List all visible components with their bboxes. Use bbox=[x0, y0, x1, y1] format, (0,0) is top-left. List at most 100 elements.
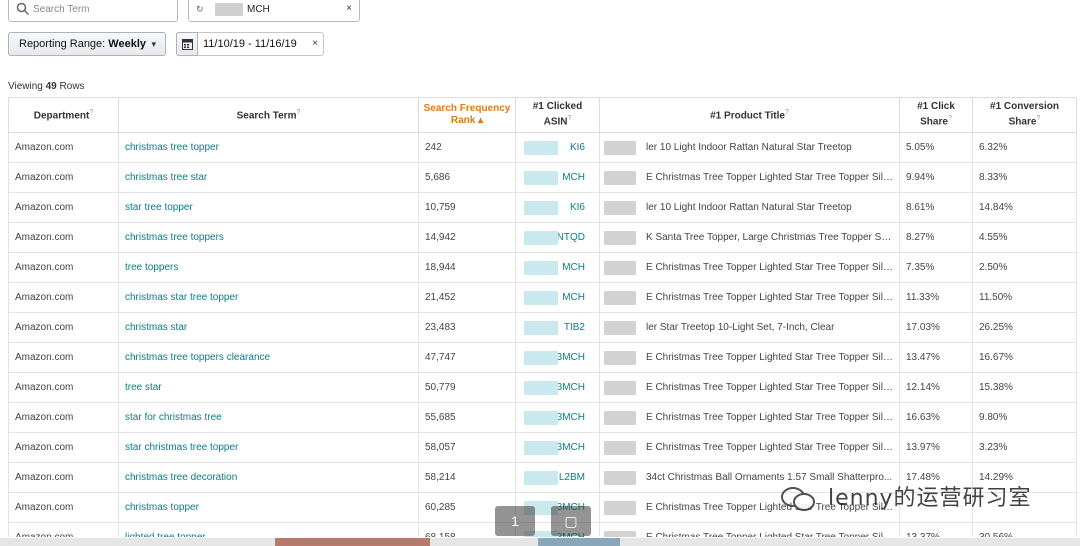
cell-rank: 18,944 bbox=[418, 252, 516, 283]
redacted-block bbox=[604, 351, 636, 365]
viewer-page-button[interactable]: 1 bbox=[495, 506, 535, 536]
cell-asin-link[interactable]: MCH bbox=[515, 252, 600, 283]
cell-asin-link[interactable]: 3MCH bbox=[515, 402, 600, 433]
cell-asin-link[interactable]: MCH bbox=[515, 162, 600, 193]
cell-search-term-link[interactable]: christmas topper bbox=[118, 492, 419, 523]
cell-rank: 5,686 bbox=[418, 162, 516, 193]
thumbnail[interactable] bbox=[538, 538, 620, 546]
header-search-term[interactable]: Search Term? bbox=[118, 97, 419, 133]
redacted-block bbox=[604, 321, 636, 335]
redacted-block bbox=[604, 201, 636, 215]
asin-filter-input[interactable]: ↻ MCH × bbox=[188, 0, 360, 22]
table-row[interactable]: Amazon.com christmas tree toppers clearan… bbox=[8, 342, 1077, 373]
redacted-block bbox=[524, 411, 558, 425]
redacted-block bbox=[524, 441, 558, 455]
cell-asin-link[interactable]: NTQD bbox=[515, 222, 600, 253]
table-row[interactable]: Amazon.com tree star 50,779 3MCH E Christmas… bbox=[8, 372, 1077, 403]
date-range-value: 11/10/19 - 11/16/19 bbox=[203, 38, 297, 50]
date-range-field[interactable]: 11/10/19 - 11/16/19 × bbox=[176, 32, 324, 56]
cell-rank: 58,214 bbox=[418, 462, 516, 493]
cell-asin-link[interactable]: 3MCH bbox=[515, 432, 600, 463]
redacted-block bbox=[524, 171, 558, 185]
clear-asin-button[interactable]: × bbox=[346, 3, 352, 14]
cell-search-term-link[interactable]: christmas tree toppers clearance bbox=[118, 342, 419, 373]
search-icon bbox=[16, 2, 30, 16]
header-product-title[interactable]: #1 Product Title? bbox=[599, 97, 900, 133]
cell-click-share: 16.63% bbox=[899, 402, 973, 433]
table-row[interactable]: Amazon.com christmas star 23,483 TIB2 ler St… bbox=[8, 312, 1077, 343]
table-row[interactable]: Amazon.com christmas tree star 5,686 MCH E C… bbox=[8, 162, 1077, 193]
cell-product-title: E Christmas Tree Topper Lighted Star Tre… bbox=[599, 402, 900, 433]
redacted-block bbox=[604, 261, 636, 275]
cell-department: Amazon.com bbox=[8, 492, 119, 523]
reporting-range-dropdown[interactable]: Reporting Range: Weekly ▾ bbox=[8, 32, 166, 56]
clear-date-button[interactable]: × bbox=[312, 38, 318, 49]
table-row[interactable]: Amazon.com christmas star tree topper 21,4… bbox=[8, 282, 1077, 313]
redacted-block bbox=[604, 471, 636, 485]
cell-asin-link[interactable]: 3MCH bbox=[515, 372, 600, 403]
reporting-range-value: Weekly bbox=[108, 38, 147, 50]
cell-department: Amazon.com bbox=[8, 252, 119, 283]
cell-search-term-link[interactable]: christmas tree decoration bbox=[118, 462, 419, 493]
cell-search-term-link[interactable]: christmas tree topper bbox=[118, 132, 419, 163]
cell-click-share: 5.05% bbox=[899, 132, 973, 163]
cell-click-share: 12.14% bbox=[899, 372, 973, 403]
cell-department: Amazon.com bbox=[8, 312, 119, 343]
results-table-container[interactable]: Department? Search Term? Search Frequenc… bbox=[8, 97, 1080, 537]
cell-click-share: 13.47% bbox=[899, 342, 973, 373]
cell-click-share: 17.03% bbox=[899, 312, 973, 343]
cell-search-term-link[interactable]: tree toppers bbox=[118, 252, 419, 283]
cell-search-term-link[interactable]: christmas star tree topper bbox=[118, 282, 419, 313]
table-row[interactable]: Amazon.com star christmas tree topper 58,0… bbox=[8, 432, 1077, 463]
cell-search-term-link[interactable]: star for christmas tree bbox=[118, 402, 419, 433]
redacted-block bbox=[524, 141, 558, 155]
cell-asin-link[interactable]: MCH bbox=[515, 282, 600, 313]
redacted-block bbox=[604, 441, 636, 455]
table-row[interactable]: Amazon.com star tree topper 10,759 KI6 ler 1… bbox=[8, 192, 1077, 223]
cell-conversion-share: 30.56% bbox=[972, 522, 1077, 537]
cell-conversion-share: 16.67% bbox=[972, 342, 1077, 373]
cell-search-term-link[interactable]: christmas star bbox=[118, 312, 419, 343]
cell-click-share: 13.97% bbox=[899, 432, 973, 463]
cell-search-term-link[interactable]: christmas tree star bbox=[118, 162, 419, 193]
redacted-block bbox=[524, 321, 558, 335]
viewer-expand-icon[interactable]: ▢ bbox=[551, 506, 591, 536]
header-clicked-asin[interactable]: #1 Clicked ASIN? bbox=[515, 97, 600, 133]
cell-click-share: 8.61% bbox=[899, 192, 973, 223]
cell-asin-link[interactable]: KI6 bbox=[515, 132, 600, 163]
cell-rank: 14,942 bbox=[418, 222, 516, 253]
cell-department: Amazon.com bbox=[8, 402, 119, 433]
cell-asin-link[interactable]: TIB2 bbox=[515, 312, 600, 343]
cell-search-term-link[interactable]: lighted tree topper bbox=[118, 522, 419, 537]
cell-conversion-share: 3.23% bbox=[972, 432, 1077, 463]
cell-click-share: 9.94% bbox=[899, 162, 973, 193]
cell-department: Amazon.com bbox=[8, 462, 119, 493]
cell-asin-link[interactable]: KI6 bbox=[515, 192, 600, 223]
redacted-block bbox=[215, 3, 243, 16]
cell-search-term-link[interactable]: star christmas tree topper bbox=[118, 432, 419, 463]
calendar-button[interactable] bbox=[176, 32, 198, 56]
cell-product-title: E Christmas Tree Topper Lighted Star Tre… bbox=[599, 342, 900, 373]
cell-conversion-share: 9.80% bbox=[972, 402, 1077, 433]
header-conversion-share[interactable]: #1 Conversion Share? bbox=[972, 97, 1077, 133]
chevron-down-icon: ▾ bbox=[151, 39, 156, 49]
table-row[interactable]: Amazon.com tree toppers 18,944 MCH E Christm… bbox=[8, 252, 1077, 283]
search-term-input[interactable]: Search Term bbox=[8, 0, 178, 22]
cell-click-share: 7.35% bbox=[899, 252, 973, 283]
header-search-frequency-rank[interactable]: Search Frequency Rank ▴ bbox=[418, 97, 516, 133]
cell-search-term-link[interactable]: star tree topper bbox=[118, 192, 419, 223]
table-row[interactable]: Amazon.com star for christmas tree 55,685 3… bbox=[8, 402, 1077, 433]
cell-search-term-link[interactable]: tree star bbox=[118, 372, 419, 403]
cell-product-title: E Christmas Tree Topper Lighted Star Tre… bbox=[599, 432, 900, 463]
table-row[interactable]: Amazon.com christmas tree topper 242 KI6 ler… bbox=[8, 132, 1077, 163]
cell-search-term-link[interactable]: christmas tree toppers bbox=[118, 222, 419, 253]
cell-asin-link[interactable]: L2BM bbox=[515, 462, 600, 493]
header-department[interactable]: Department? bbox=[8, 97, 119, 133]
table-row[interactable]: Amazon.com christmas tree toppers 14,942 NT… bbox=[8, 222, 1077, 253]
cell-click-share: 8.27% bbox=[899, 222, 973, 253]
cell-rank: 50,779 bbox=[418, 372, 516, 403]
thumbnail[interactable] bbox=[275, 538, 430, 546]
header-click-share[interactable]: #1 Click Share? bbox=[899, 97, 973, 133]
cell-department: Amazon.com bbox=[8, 282, 119, 313]
cell-asin-link[interactable]: 3MCH bbox=[515, 342, 600, 373]
